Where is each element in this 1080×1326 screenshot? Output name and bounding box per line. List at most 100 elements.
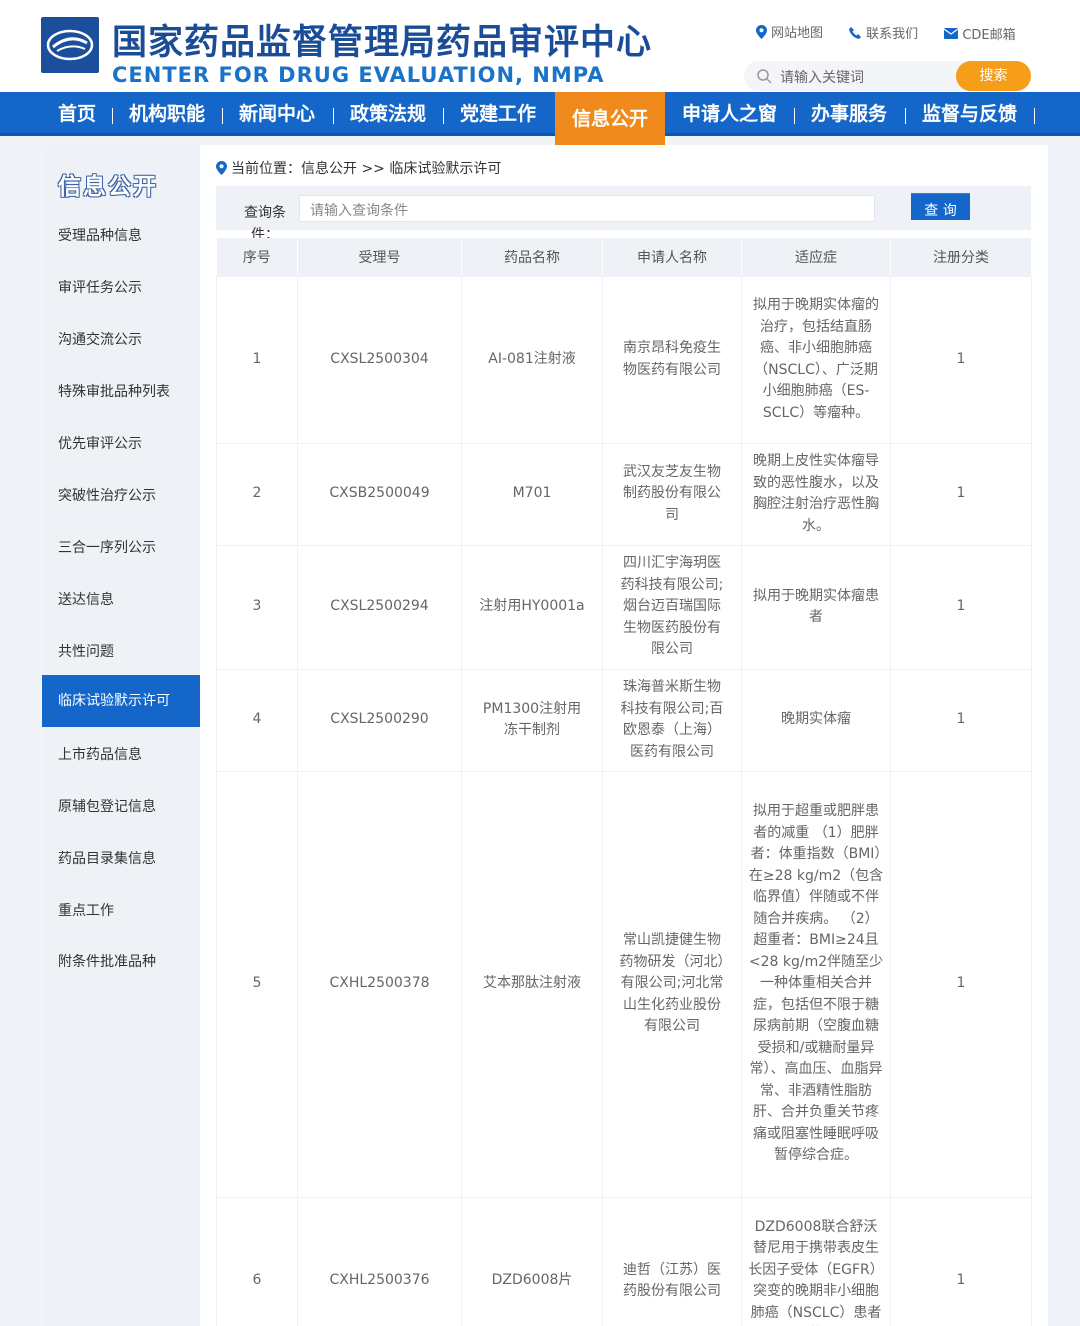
mail-icon: [944, 27, 959, 39]
nav-divider: [333, 108, 334, 124]
cell-registration-class: 1: [890, 668, 1032, 772]
sidebar-item-special-approval[interactable]: 特殊审批品种列表: [42, 366, 200, 418]
cell-registration-class: 1: [890, 275, 1032, 444]
nav-home[interactable]: 首页: [58, 92, 96, 136]
sidebar-item-three-in-one[interactable]: 三合一序列公示: [42, 522, 200, 574]
nav-divider: [222, 108, 223, 124]
table-row: 1 CXSL2500304 AI-081注射液 南京昂科免疫生物医药有限公司 拟…: [216, 275, 1032, 444]
sidebar-item-priority-review[interactable]: 优先审评公示: [42, 418, 200, 470]
sidebar-item-delivery[interactable]: 送达信息: [42, 574, 200, 626]
cell-index: 6: [216, 1196, 298, 1326]
sidebar-title: 信息公开: [58, 174, 158, 200]
nav-info-public[interactable]: 信息公开: [555, 92, 665, 146]
table-header-row: 序号 受理号 药品名称 申请人名称 适应症 注册分类: [216, 238, 1032, 276]
cell-applicant: 南京昂科免疫生物医药有限公司: [602, 275, 742, 444]
cell-acceptance-no: CXSL2500290: [297, 668, 462, 772]
nav-services[interactable]: 办事服务: [811, 92, 887, 136]
sidebar: 信息公开 受理品种信息 审评任务公示 沟通交流公示 特殊审批品种列表 优先审评公…: [42, 145, 200, 1326]
sidebar-item-marketed-drugs[interactable]: 上市药品信息: [42, 729, 200, 781]
sidebar-item-catalog[interactable]: 药品目录集信息: [42, 833, 200, 885]
cell-indication: 晚期上皮性实体瘤导致的恶性腹水，以及胸腔注射治疗恶性胸水。: [741, 442, 891, 546]
query-bar: 查询条件： 请输入查询条件 查 询: [216, 186, 1031, 243]
nav-divider: [443, 108, 444, 124]
col-header-applicant: 申请人名称: [602, 238, 742, 276]
cell-applicant: 四川汇宇海玥医药科技有限公司;烟台迈百瑞国际生物医药股份有限公司: [602, 544, 742, 670]
nav-divider: [1034, 108, 1035, 124]
cell-applicant: 迪哲（江苏）医药股份有限公司: [602, 1196, 742, 1326]
contact-label: 联系我们: [866, 26, 919, 42]
cell-acceptance-no: CXHL2500376: [297, 1196, 462, 1326]
query-placeholder: 请输入查询条件: [310, 203, 408, 219]
site-title-en: CENTER FOR DRUG EVALUATION, NMPA: [112, 63, 605, 87]
cell-indication: DZD6008联合舒沃替尼用于携带表皮生长因子受体（EGFR）突变的晚期非小细胞…: [741, 1196, 891, 1326]
search-icon: [757, 69, 772, 84]
nav-divider: [794, 108, 795, 124]
sidebar-item-review-tasks[interactable]: 审评任务公示: [42, 262, 200, 314]
results-table: 序号 受理号 药品名称 申请人名称 适应症 注册分类 1 CXSL2500304…: [216, 238, 1032, 1326]
cell-acceptance-no: CXSB2500049: [297, 442, 462, 546]
sidebar-item-clinical-trial[interactable]: 临床试验默示许可: [42, 675, 200, 727]
sidebar-item-breakthrough[interactable]: 突破性治疗公示: [42, 470, 200, 522]
sidebar-item-key-work[interactable]: 重点工作: [42, 885, 200, 937]
query-button[interactable]: 查 询: [911, 193, 970, 220]
col-header-registration-class: 注册分类: [890, 238, 1032, 276]
cell-drug-name: DZD6008片: [461, 1196, 603, 1326]
table-row: 5 CXHL2500378 艾本那肽注射液 常山凯捷健生物药物研发（河北）有限公…: [216, 770, 1032, 1198]
cell-index: 5: [216, 770, 298, 1198]
cell-acceptance-no: CXSL2500294: [297, 544, 462, 670]
cell-drug-name: AI-081注射液: [461, 275, 603, 444]
cell-drug-name: 注射用HY0001a: [461, 544, 603, 670]
site-search: 请输入关键词 搜索: [744, 61, 1031, 91]
col-header-indication: 适应症: [741, 238, 891, 276]
cell-registration-class: 1: [890, 1196, 1032, 1326]
table-row: 6 CXHL2500376 DZD6008片 迪哲（江苏）医药股份有限公司 DZ…: [216, 1196, 1032, 1326]
nav-applicant[interactable]: 申请人之窗: [682, 92, 777, 136]
site-header: 国家药品监督管理局药品审评中心 CENTER FOR DRUG EVALUATI…: [0, 0, 1080, 92]
search-input[interactable]: 请输入关键词: [780, 67, 864, 87]
table-row: 3 CXSL2500294 注射用HY0001a 四川汇宇海玥医药科技有限公司;…: [216, 544, 1032, 670]
cell-applicant: 常山凯捷健生物药物研发（河北）有限公司;河北常山生化药业股份有限公司: [602, 770, 742, 1198]
nav-news[interactable]: 新闻中心: [239, 92, 315, 136]
nav-party[interactable]: 党建工作: [460, 92, 536, 136]
cell-indication: 晚期实体瘤: [741, 668, 891, 772]
cell-indication: 拟用于超重或肥胖患者的减重 （1）肥胖者：体重指数（BMI）在≥28 kg/m2…: [741, 770, 891, 1198]
nav-divider: [112, 108, 113, 124]
sidebar-item-communication[interactable]: 沟通交流公示: [42, 314, 200, 366]
cell-registration-class: 1: [890, 770, 1032, 1198]
cell-drug-name: 艾本那肽注射液: [461, 770, 603, 1198]
cell-acceptance-no: CXSL2500304: [297, 275, 462, 444]
cde-logo[interactable]: [41, 17, 99, 73]
table-row: 4 CXSL2500290 PM1300注射用冻干制剂 珠海普米斯生物科技有限公…: [216, 668, 1032, 772]
cell-applicant: 武汉友芝友生物制药股份有限公司: [602, 442, 742, 546]
query-input[interactable]: 请输入查询条件: [299, 195, 875, 222]
sidebar-item-accepted-varieties[interactable]: 受理品种信息: [42, 210, 200, 262]
cell-registration-class: 1: [890, 442, 1032, 546]
col-header-acceptance-no: 受理号: [297, 238, 462, 276]
sidebar-item-conditional[interactable]: 附条件批准品种: [42, 936, 200, 988]
site-title-cn: 国家药品监督管理局药品审评中心: [112, 23, 653, 63]
sitemap-link[interactable]: 网站地图: [756, 22, 823, 41]
search-button[interactable]: 搜索: [956, 61, 1031, 91]
nav-supervision[interactable]: 监督与反馈: [922, 92, 1017, 136]
sitemap-label: 网站地图: [771, 26, 824, 41]
email-link[interactable]: CDE邮箱: [944, 24, 1016, 43]
contact-link[interactable]: 联系我们: [849, 23, 918, 42]
main-nav: 首页 机构职能 新闻中心 政策法规 党建工作 信息公开 申请人之窗 办事服务 监…: [0, 92, 1080, 146]
location-pin-icon: [216, 161, 227, 175]
cell-acceptance-no: CXHL2500378: [297, 770, 462, 1198]
cell-indication: 拟用于晚期实体瘤的治疗，包括结直肠癌、非小细胞肺癌（NSCLC）、广泛期小细胞肺…: [741, 275, 891, 444]
phone-icon: [849, 26, 862, 39]
col-header-drug-name: 药品名称: [461, 238, 603, 276]
cell-index: 2: [216, 442, 298, 546]
cell-drug-name: M701: [461, 442, 603, 546]
nav-divider: [905, 108, 906, 124]
sidebar-item-excipients[interactable]: 原辅包登记信息: [42, 781, 200, 833]
location-pin-icon: [756, 24, 767, 39]
table-row: 2 CXSB2500049 M701 武汉友芝友生物制药股份有限公司 晚期上皮性…: [216, 442, 1032, 546]
nav-institution[interactable]: 机构职能: [129, 92, 205, 136]
sidebar-item-common-issues[interactable]: 共性问题: [42, 626, 200, 678]
cell-registration-class: 1: [890, 544, 1032, 670]
cell-index: 3: [216, 544, 298, 670]
cell-drug-name: PM1300注射用冻干制剂: [461, 668, 603, 772]
nav-policy[interactable]: 政策法规: [350, 92, 426, 136]
